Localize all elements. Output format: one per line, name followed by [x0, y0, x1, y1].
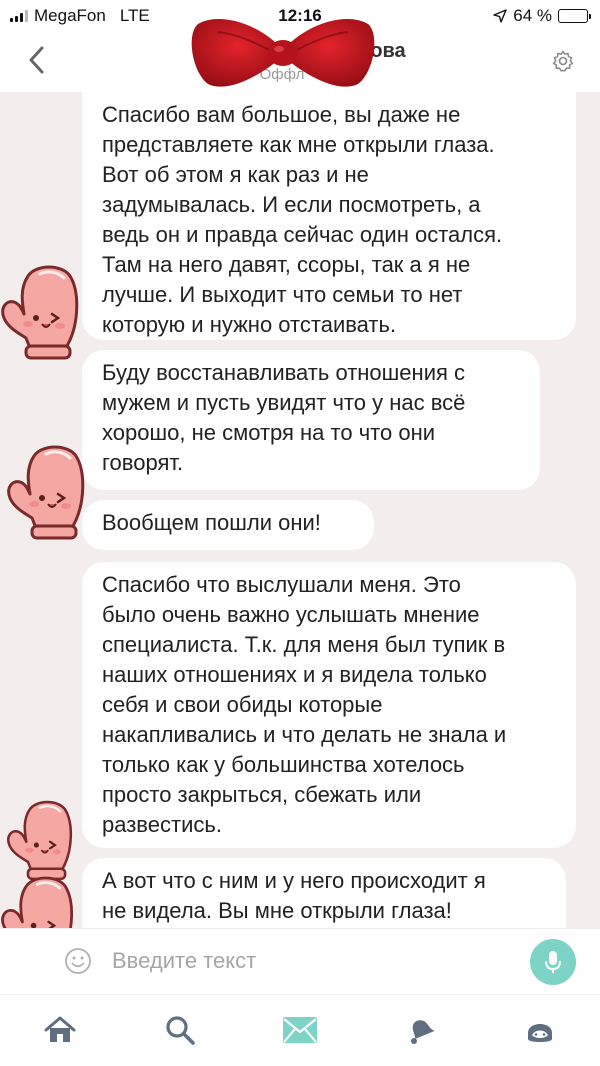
message-line: А вот что с ним и у него происходит я [102, 868, 486, 893]
bottom-tab-bar [0, 994, 600, 1066]
message-bubble[interactable]: А вот что с ним и у него происходит я не… [82, 858, 566, 928]
red-bow-sticker [191, 19, 375, 87]
pink-mitten-avatar-icon[interactable] [6, 797, 82, 883]
message-line: Вот об этом я как раз и не [102, 162, 369, 187]
status-right: 64 % [493, 6, 591, 26]
smile-icon[interactable] [64, 947, 92, 975]
message-line: специалиста. Т.к. для меня был тупик в [102, 632, 506, 657]
message-bubble[interactable]: Спасибо что выслушали меня. Это было оче… [82, 562, 576, 848]
message-line: лучше. И выходит что семьи то нет [102, 282, 463, 307]
chat-messages[interactable]: Спасибо вам большое, вы даже не представ… [0, 92, 600, 928]
message-line: Там на него давят, ссоры, так а я не [102, 252, 471, 277]
pink-mitten-avatar-icon[interactable] [0, 872, 84, 928]
tab-profile[interactable] [520, 1013, 560, 1047]
message-line: которую и нужно отстаивать. [102, 312, 397, 337]
message-input[interactable] [100, 939, 510, 983]
location-arrow-icon [493, 9, 507, 23]
microphone-button[interactable] [530, 939, 576, 985]
message-bubble[interactable]: Вообщем пошли они! [82, 500, 374, 550]
message-line: представляете как мне открыли глаза. [102, 132, 495, 157]
tab-search[interactable] [160, 1013, 200, 1047]
message-line: Спасибо что выслушали меня. Это [102, 572, 461, 597]
message-line: Буду восстанавливать отношения с [102, 360, 466, 385]
bell-icon [411, 1020, 435, 1044]
message-line: накапливались и что делать не знала и [102, 722, 507, 747]
message-composer [0, 928, 600, 994]
profile-icon [528, 1024, 552, 1042]
tab-notifications[interactable] [400, 1013, 440, 1047]
message-line: говорят. [102, 450, 184, 475]
message-line: наших отношениях и я видела только [102, 662, 487, 687]
tab-messages[interactable] [280, 1013, 320, 1047]
search-icon [166, 1016, 195, 1045]
microphone-icon [545, 951, 561, 973]
gear-icon [552, 50, 574, 72]
message-line: ведь он и правда сейчас один остался. [102, 222, 503, 247]
message-line: хорошо, не смотря на то что они [102, 420, 436, 445]
message-line: мужем и пусть увидят что у нас всё [102, 390, 466, 415]
tab-home[interactable] [40, 1013, 80, 1047]
message-bubble[interactable]: Буду восстанавливать отношения с мужем и… [82, 350, 540, 490]
message-line: себя и свои обиды которые [102, 692, 383, 717]
home-icon [44, 1016, 76, 1042]
message-line: было очень важно услышать мнение [102, 602, 480, 627]
envelope-icon [283, 1017, 317, 1043]
message-line: только как у большинства хотелось [102, 752, 465, 777]
message-line: не видела. Вы мне открыли глаза! [102, 898, 452, 923]
settings-button[interactable] [548, 46, 578, 76]
pink-mitten-avatar-icon[interactable] [0, 262, 90, 362]
message-line: Спасибо вам большое, вы даже не [102, 102, 461, 127]
battery-percent: 64 % [513, 6, 552, 25]
message-line: Вообщем пошли они! [102, 510, 321, 535]
message-line: просто закрыться, сбежать или [102, 782, 422, 807]
pink-mitten-avatar-icon[interactable] [6, 442, 96, 542]
message-bubble[interactable]: Спасибо вам большое, вы даже не представ… [82, 92, 576, 340]
message-line: развестись. [102, 812, 222, 837]
message-line: задумывалась. И если посмотреть, а [102, 192, 481, 217]
battery-icon [558, 9, 591, 23]
